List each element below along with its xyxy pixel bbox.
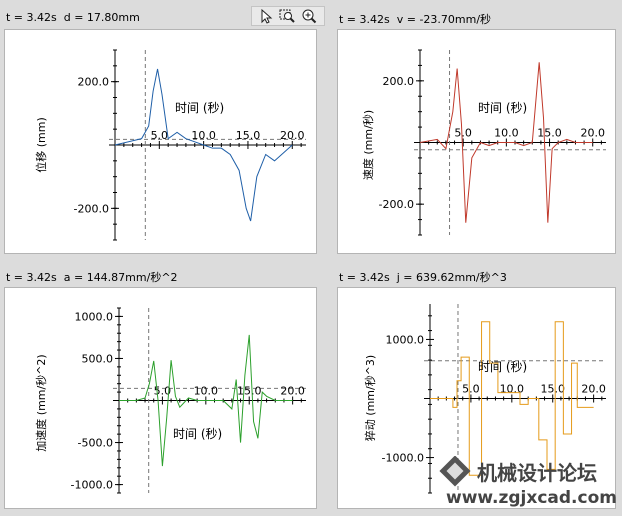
chart-header-vel: t = 3.42s v = -23.70mm/秒 [339, 13, 492, 26]
x-tick-label: 10.0 [191, 129, 216, 142]
x-tick-label: 15.0 [537, 127, 562, 140]
y-tick-label: -200.0 [379, 198, 414, 211]
watermark-url: www.zgjxcad.com [446, 488, 617, 508]
x-axis-label: 时间 (秒) [478, 360, 527, 374]
y-tick-label: 500.0 [82, 352, 114, 365]
x-axis-label: 时间 (秒) [175, 101, 224, 115]
y-axis-label: 加速度 (mm/秒^2) [34, 354, 48, 451]
velocity-chart: 5.0 10.0 15.0 20.0 200.0 -200.0 时间 (秒) 速度 (mm/秒… [361, 49, 606, 236]
x-tick-label: 15.0 [540, 383, 565, 396]
y-tick-label: 1000.0 [75, 310, 114, 323]
zoom-region-icon[interactable] [278, 8, 296, 24]
y-tick-label: -500.0 [78, 437, 113, 450]
chart-header-acc: t = 3.42s a = 144.87mm/秒^2 [6, 271, 178, 284]
acceleration-chart: 5.0 10.0 15.0 20.01000.0500.0-500.0-1000.0时… [34, 307, 306, 494]
x-tick-label: 20.0 [581, 383, 606, 396]
chart-header-jerk: t = 3.42s j = 639.62mm/秒^3 [339, 271, 507, 284]
chart-panel-velocity: 5.0 10.0 15.0 20.0 200.0 -200.0 时间 (秒) 速度 (mm/秒… [337, 29, 616, 254]
y-tick-label: 200.0 [78, 76, 110, 89]
zoom-in-icon[interactable] [300, 8, 318, 24]
x-tick-label: 5.0 [462, 383, 480, 396]
site-watermark-logo: 机械设计论坛 www.zgjxcad.com [439, 456, 617, 508]
chart-header-pos: t = 3.42s d = 17.80mm [6, 11, 140, 24]
x-tick-label: 5.0 [151, 129, 169, 142]
x-tick-label: 10.0 [494, 127, 519, 140]
gear-logo-icon [439, 456, 471, 487]
y-tick-label: 200.0 [383, 75, 415, 88]
y-tick-label: 1000.0 [386, 333, 425, 346]
y-tick-label: -200.0 [74, 202, 109, 215]
chart-toolbar [251, 6, 325, 26]
chart-panel-position: 5.0 10.0 15.0 20.0 200.0 -200.0 时间 (秒) 位移 (mm) [4, 29, 317, 254]
pointer-icon[interactable] [256, 8, 274, 24]
chart-panel-acceleration: 5.0 10.0 15.0 20.0 1000.0 500.0 -500.0 -1000.0 时… [4, 287, 317, 509]
x-tick-label: 20.0 [280, 129, 305, 142]
y-tick-label: -1000.0 [382, 452, 424, 465]
y-tick-label: -1000.0 [71, 479, 113, 492]
x-axis-label: 时间 (秒) [173, 427, 222, 441]
x-tick-label: 10.0 [194, 385, 219, 398]
x-tick-label: 20.0 [580, 127, 605, 140]
x-axis-label: 时间 (秒) [478, 101, 527, 115]
y-axis-label: 猝动 (mm/秒^3) [363, 355, 377, 441]
position-chart: 5.0 10.0 15.0 20.0 200.0 -200.0 时间 (秒) 位移 (mm) [34, 49, 306, 241]
watermark-cn: 机械设计论坛 [477, 461, 597, 485]
y-axis-label: 速度 (mm/秒) [361, 110, 375, 180]
x-tick-label: 20.0 [280, 385, 305, 398]
x-tick-label: 15.0 [236, 129, 261, 142]
x-tick-label: 5.0 [454, 127, 472, 140]
y-axis-label: 位移 (mm) [34, 117, 48, 173]
x-tick-label: 15.0 [237, 385, 262, 398]
